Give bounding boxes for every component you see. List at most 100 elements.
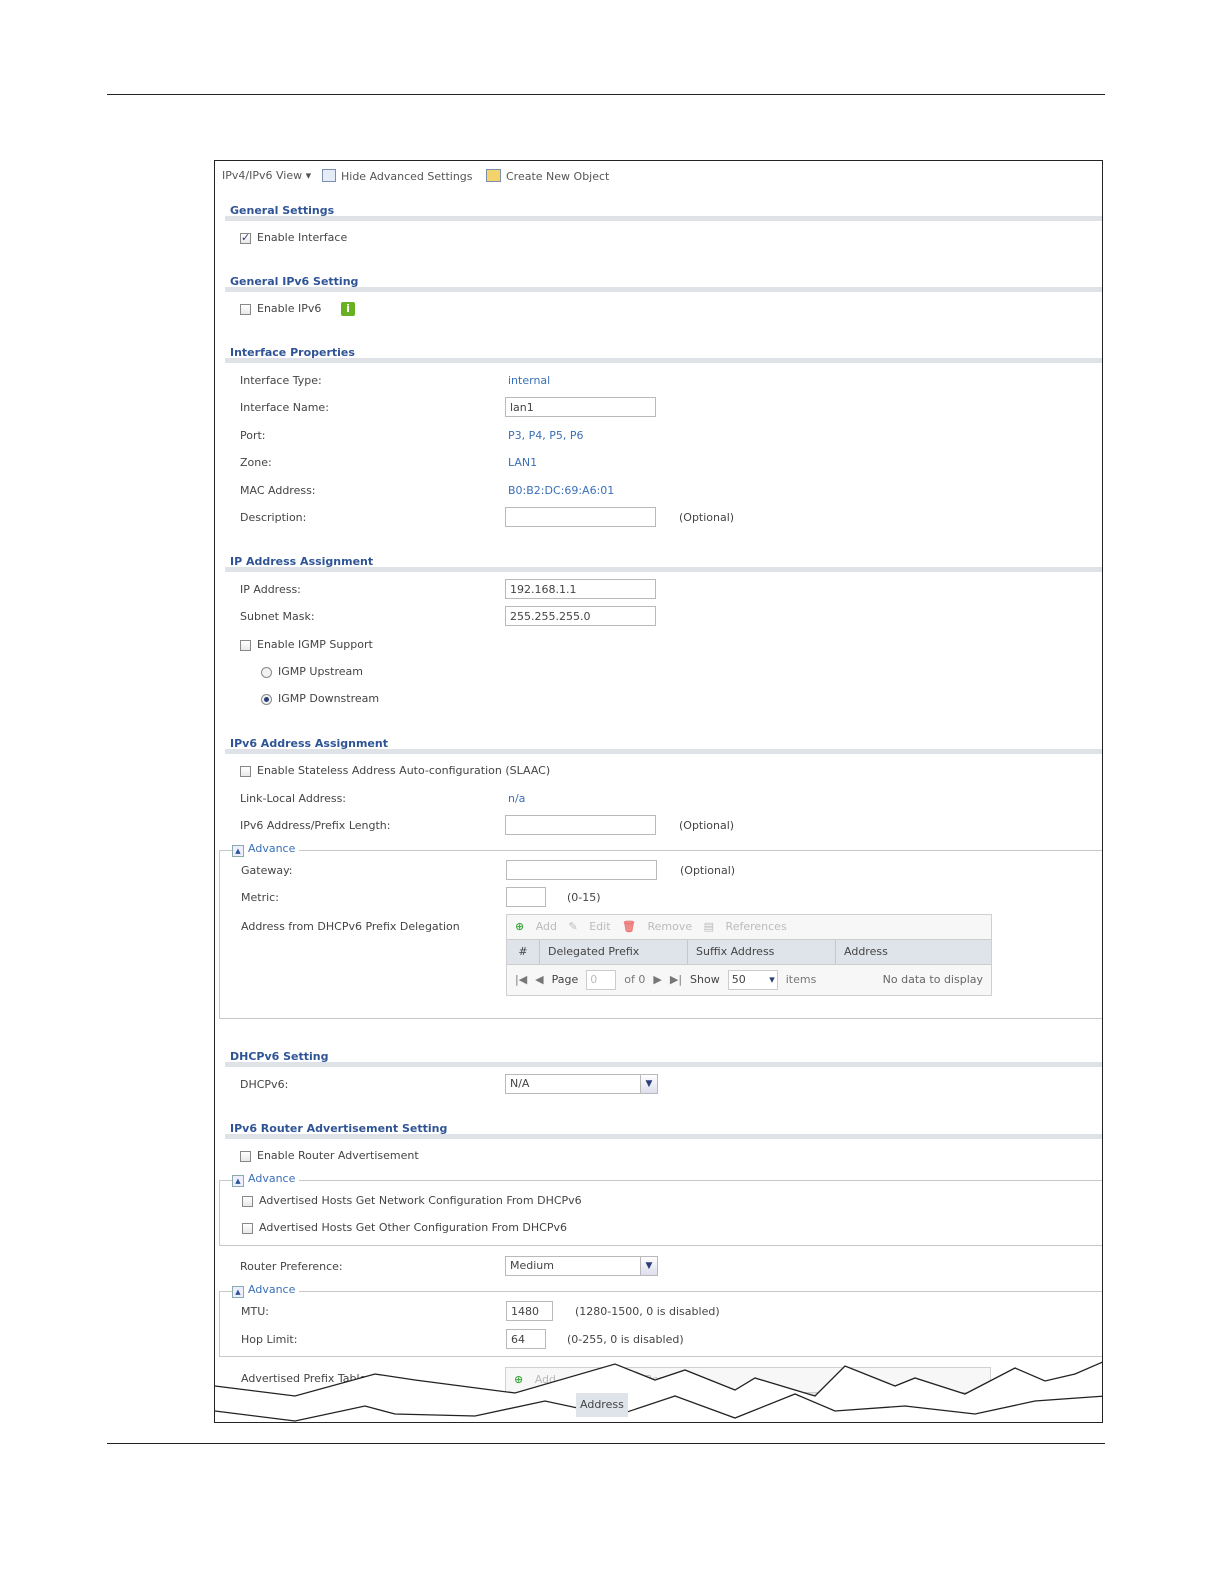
- items-label: items: [785, 973, 817, 986]
- remove-button[interactable]: 🗑 Remove: [622, 920, 692, 933]
- list-icon: [322, 169, 336, 182]
- enable-ipv6-checkbox[interactable]: [240, 304, 251, 315]
- subnet-mask-input[interactable]: 255.255.255.0: [505, 606, 656, 626]
- create-label: Create New Object: [506, 170, 610, 183]
- other-config-checkbox[interactable]: [242, 1223, 253, 1234]
- ipv6-prefix-input[interactable]: [505, 815, 656, 835]
- optional-hint: (Optional): [680, 864, 736, 877]
- chevron-down-icon: ▼: [640, 1257, 657, 1275]
- enable-interface-checkbox[interactable]: [240, 231, 251, 244]
- igmp-upstream-label: IGMP Upstream: [278, 665, 363, 678]
- col-address[interactable]: Address: [836, 940, 991, 964]
- ip-address-input[interactable]: 192.168.1.1: [505, 579, 656, 599]
- create-object-button[interactable]: Create New Object: [486, 169, 609, 183]
- router-preference-select[interactable]: Medium ▼: [505, 1256, 658, 1276]
- collapse-icon: ▲: [232, 1286, 244, 1298]
- next-page-icon[interactable]: ▶: [653, 965, 661, 995]
- delegation-label: Address from DHCPv6 Prefix Delegation: [241, 920, 460, 933]
- view-label: IPv4/IPv6 View: [222, 169, 303, 182]
- ip-address-label: IP Address:: [240, 583, 301, 596]
- mac-label: MAC Address:: [240, 484, 316, 497]
- page-label: Page: [551, 973, 579, 986]
- advance-label: Advance: [248, 1172, 296, 1185]
- hide-advanced-button[interactable]: Hide Advanced Settings: [322, 169, 473, 183]
- metric-input[interactable]: [506, 887, 546, 907]
- header-rule: [107, 94, 1105, 95]
- mac-value: B0:B2:DC:69:A6:01: [508, 484, 615, 497]
- port-value: P3, P4, P5, P6: [508, 429, 584, 442]
- interface-type-value: internal: [508, 374, 551, 387]
- section-bar: [225, 567, 1102, 572]
- references-label: References: [725, 920, 787, 933]
- col-address[interactable]: Address: [576, 1393, 628, 1417]
- interface-name-label: Interface Name:: [240, 401, 329, 414]
- network-config-label: Advertised Hosts Get Network Configurati…: [259, 1194, 582, 1207]
- other-config-label: Advertised Hosts Get Other Configuration…: [259, 1221, 567, 1234]
- igmp-upstream-radio[interactable]: [261, 667, 272, 678]
- add-button[interactable]: ⊕ Add: [515, 920, 557, 933]
- last-page-icon[interactable]: ▶|: [670, 965, 682, 995]
- description-input[interactable]: [505, 507, 656, 527]
- slaac-checkbox[interactable]: [240, 766, 251, 777]
- references-button[interactable]: ▤ References: [704, 920, 787, 933]
- interface-name-input[interactable]: lan1: [505, 397, 656, 417]
- prev-page-icon[interactable]: ◀: [535, 965, 543, 995]
- slaac-label: Enable Stateless Address Auto-configurat…: [257, 764, 551, 777]
- chevron-down-icon: ▾: [769, 973, 775, 986]
- advance-label: Advance: [248, 842, 296, 855]
- table-toolbar: ⊕ Add ✎ Edit 🗑 Remove ▤ References: [507, 915, 991, 939]
- delegation-table: ⊕ Add ✎ Edit 🗑 Remove ▤ References # Del…: [506, 914, 992, 996]
- gateway-input[interactable]: [506, 860, 657, 880]
- page-input[interactable]: 0: [586, 970, 617, 990]
- advance-group-ra: ▲ Advance Advertised Hosts Get Network Co…: [219, 1172, 1102, 1246]
- link-local-label: Link-Local Address:: [240, 792, 347, 805]
- document-page: IPv4/IPv6 View ▾ Hide Advanced Settings …: [0, 0, 1224, 1584]
- router-preference-label: Router Preference:: [240, 1260, 343, 1273]
- link-local-value: n/a: [508, 792, 526, 805]
- hop-limit-input[interactable]: 64: [506, 1329, 546, 1349]
- enable-ra-checkbox[interactable]: [240, 1151, 251, 1162]
- add-label: Add: [535, 920, 558, 933]
- advance-label: Advance: [248, 1283, 296, 1296]
- igmp-checkbox[interactable]: [240, 640, 251, 651]
- dhcpv6-label: DHCPv6:: [240, 1078, 289, 1091]
- igmp-label: Enable IGMP Support: [257, 638, 373, 651]
- remove-label: Remove: [647, 920, 693, 933]
- pagination: |◀ ◀ Page 0 of 0 ▶ ▶| Show 50 ▾ items No da…: [507, 965, 991, 995]
- edit-button[interactable]: ✎ Edit: [569, 920, 611, 933]
- advance-group-mtu: ▲ Advance MTU: 1480 (1280-1500, 0 is disa…: [219, 1283, 1102, 1357]
- object-icon: [486, 169, 501, 182]
- col-number[interactable]: #: [507, 940, 540, 964]
- network-config-checkbox[interactable]: [242, 1196, 253, 1207]
- metric-range-hint: (0-15): [567, 891, 601, 904]
- dhcpv6-select[interactable]: N/A ▼: [505, 1074, 658, 1094]
- first-page-icon[interactable]: |◀: [515, 965, 527, 995]
- page-size-value: 50: [731, 973, 746, 986]
- page-count: of 0: [624, 973, 646, 986]
- chevron-down-icon: ▼: [640, 1075, 657, 1093]
- mtu-input[interactable]: 1480: [506, 1301, 553, 1321]
- hop-range-hint: (0-255, 0 is disabled): [567, 1333, 684, 1346]
- col-delegated-prefix[interactable]: Delegated Prefix: [540, 940, 688, 964]
- advance-toggle[interactable]: ▲ Advance: [232, 1172, 300, 1187]
- mtu-label: MTU:: [241, 1305, 269, 1318]
- igmp-downstream-label: IGMP Downstream: [278, 692, 380, 705]
- enable-ra-label: Enable Router Advertisement: [257, 1149, 419, 1162]
- section-bar: [225, 287, 1102, 292]
- torn-edge: [215, 1361, 1102, 1422]
- igmp-downstream-radio[interactable]: [261, 694, 272, 705]
- advance-toggle[interactable]: ▲ Advance: [232, 1283, 300, 1298]
- section-bar: [225, 1062, 1102, 1067]
- view-menu[interactable]: IPv4/IPv6 View ▾: [222, 169, 311, 182]
- info-icon[interactable]: i: [341, 302, 355, 316]
- zone-label: Zone:: [240, 456, 272, 469]
- section-bar: [225, 216, 1102, 221]
- mtu-range-hint: (1280-1500, 0 is disabled): [575, 1305, 720, 1318]
- enable-ipv6-label: Enable IPv6: [257, 302, 322, 315]
- page-size-select[interactable]: 50 ▾: [727, 970, 778, 990]
- gateway-label: Gateway:: [241, 864, 293, 877]
- description-label: Description:: [240, 511, 307, 524]
- col-suffix-address[interactable]: Suffix Address: [688, 940, 836, 964]
- advance-toggle[interactable]: ▲ Advance: [232, 842, 300, 857]
- advance-group-ipv6: ▲ Advance Gateway: (Optional) Metric: (0-…: [219, 842, 1102, 1019]
